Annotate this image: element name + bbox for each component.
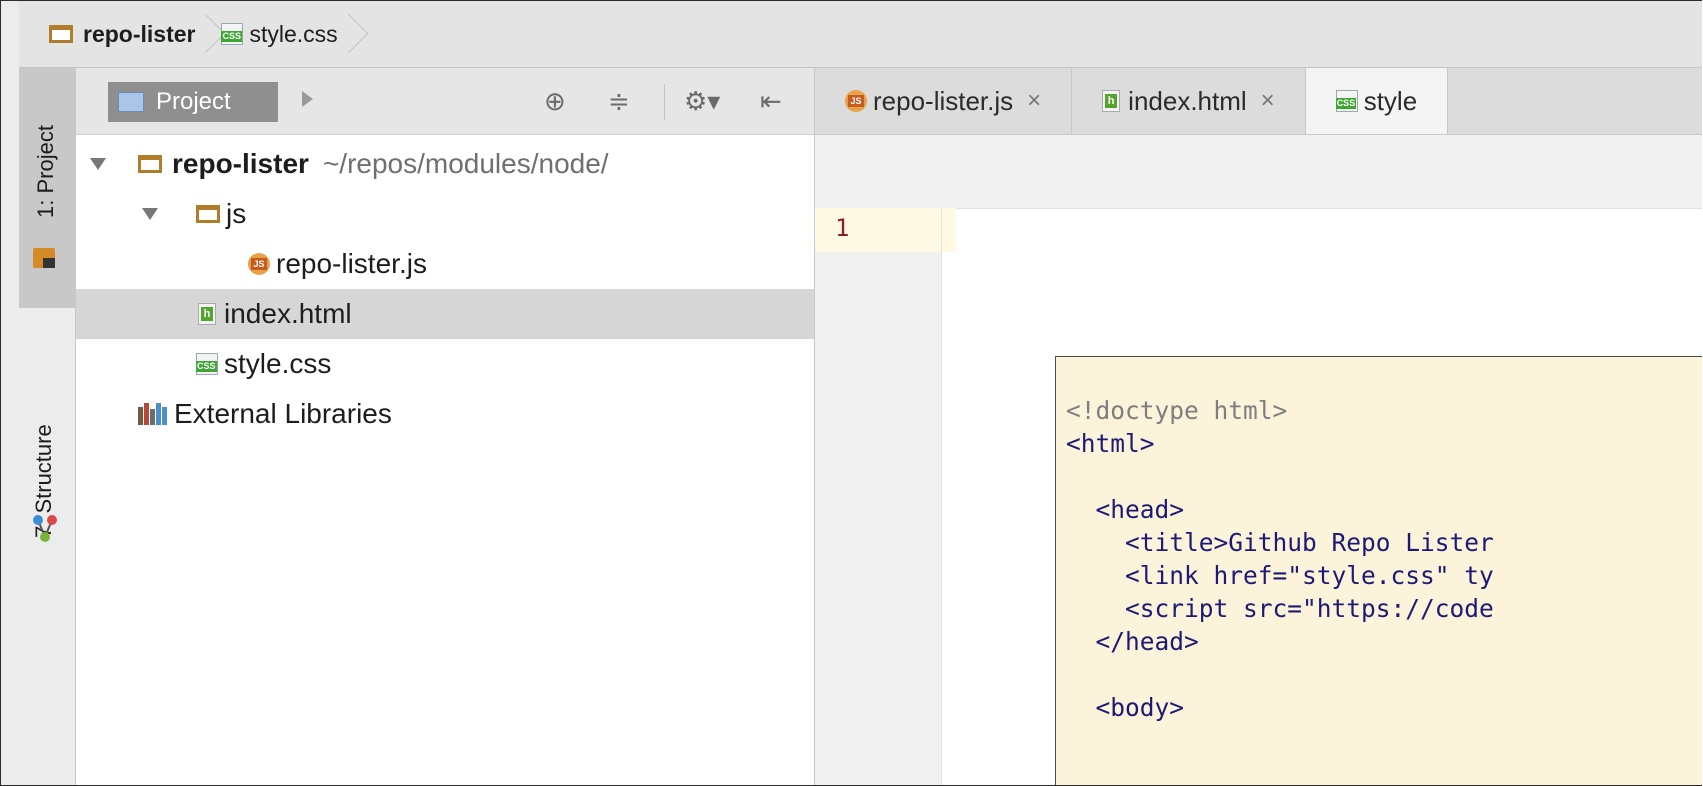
code-line: </head> <box>1066 627 1199 656</box>
tree-item-label: repo-lister.js <box>276 248 427 279</box>
css-file-icon: CSS <box>1335 90 1358 112</box>
html-file-icon: h <box>198 303 216 325</box>
folder-icon <box>49 25 73 43</box>
breadcrumb-item-repo-lister[interactable]: repo-lister <box>19 1 217 67</box>
tab-project-label: 1: Project <box>33 125 58 218</box>
html-file-icon: h <box>1102 90 1121 112</box>
tab-project[interactable]: 1: Project <box>19 68 75 308</box>
ide-window: repo-lister CSS style.css 1: Project 7: … <box>0 0 1702 786</box>
tab-style-css[interactable]: CSS style <box>1305 68 1449 134</box>
breadcrumb-item-style-css[interactable]: CSS style.css <box>217 1 359 67</box>
tab-structure[interactable]: 7: Structure <box>19 318 75 558</box>
project-panel: Project ⊕ ≑ ⚙▾ ⇤ repo-lister ~/repos/mod… <box>76 68 815 785</box>
tree-item-style-css[interactable]: CSS style.css <box>76 339 814 389</box>
close-icon[interactable]: × <box>1027 87 1041 115</box>
breadcrumb-label: repo-lister <box>83 20 196 47</box>
code-line: <body> <box>1066 693 1185 722</box>
code-line: <html> <box>1066 429 1155 458</box>
current-line-highlight <box>942 208 956 252</box>
folder-icon <box>138 155 162 173</box>
css-file-icon: CSS <box>196 353 218 375</box>
tree-item-index-html[interactable]: h index.html <box>76 289 814 339</box>
code-line: <head> <box>1066 495 1185 524</box>
css-file-icon: CSS <box>221 23 244 45</box>
code-line: <title>Github Repo Lister <box>1066 528 1494 557</box>
code-line: <!doctype html> <box>1066 396 1288 425</box>
project-folder-icon-overlay <box>43 258 55 268</box>
hide-panel-icon[interactable]: ⇤ <box>760 86 782 117</box>
tree-item-external-libraries[interactable]: External Libraries <box>76 389 814 439</box>
library-icon <box>138 403 168 425</box>
tool-window-strip: 1: Project 7: Structure <box>19 68 76 785</box>
project-panel-header: Project ⊕ ≑ ⚙▾ ⇤ <box>76 68 814 135</box>
play-icon[interactable] <box>302 91 313 107</box>
gear-icon[interactable]: ⚙▾ <box>684 86 720 117</box>
editor-tabs: JS repo-lister.js × h index.html × CSS s… <box>815 68 1702 135</box>
expand-arrow-icon[interactable] <box>142 208 158 220</box>
tree-item-path: ~/repos/modules/node/ <box>322 148 609 179</box>
tree-item-label: index.html <box>224 298 352 329</box>
breadcrumb-label: style.css <box>249 20 338 47</box>
tab-label: repo-lister.js <box>873 85 1014 116</box>
project-view-label: Project <box>156 88 231 115</box>
editor-header-strip <box>815 135 1702 209</box>
code-line: <script src="https://code <box>1066 594 1494 623</box>
close-icon[interactable]: × <box>1261 87 1275 115</box>
project-view-selector[interactable]: Project <box>108 82 278 122</box>
scroll-from-source-icon[interactable]: ⊕ <box>544 86 566 117</box>
structure-icon <box>33 515 57 542</box>
folder-icon <box>196 205 220 223</box>
chevron-right-icon <box>195 1 217 67</box>
tree-item-repo-lister[interactable]: repo-lister ~/repos/modules/node/ <box>76 139 814 189</box>
breadcrumb: repo-lister CSS style.css <box>19 1 1702 68</box>
tab-index-html[interactable]: h index.html × <box>1072 68 1306 134</box>
tab-label: style <box>1363 85 1418 116</box>
tree-item-label: js <box>226 198 247 229</box>
line-number: 1 <box>815 208 941 252</box>
chevron-right-icon <box>338 1 360 67</box>
line-gutter <box>815 208 942 785</box>
code-line: <link href="style.css" ty <box>1066 561 1494 590</box>
project-view-icon <box>118 92 144 112</box>
toolbar-divider <box>664 84 665 120</box>
tree-item-label: style.css <box>224 348 332 379</box>
tab-label: index.html <box>1128 85 1247 116</box>
tree-item-label: External Libraries <box>174 398 392 429</box>
expand-arrow-icon[interactable] <box>90 158 106 170</box>
js-file-icon: JS <box>248 253 270 275</box>
tab-repo-lister-js[interactable]: JS repo-lister.js × <box>815 68 1073 134</box>
html-preview-popup: <!doctype html> <html> <head> <title>Git… <box>1055 356 1702 785</box>
tree-item-repo-lister-js[interactable]: JS repo-lister.js <box>76 239 814 289</box>
tree-item-js[interactable]: js <box>76 189 814 239</box>
js-file-icon: JS <box>845 90 867 112</box>
tree-item-label: repo-lister <box>172 148 309 179</box>
collapse-all-icon[interactable]: ≑ <box>608 86 630 117</box>
